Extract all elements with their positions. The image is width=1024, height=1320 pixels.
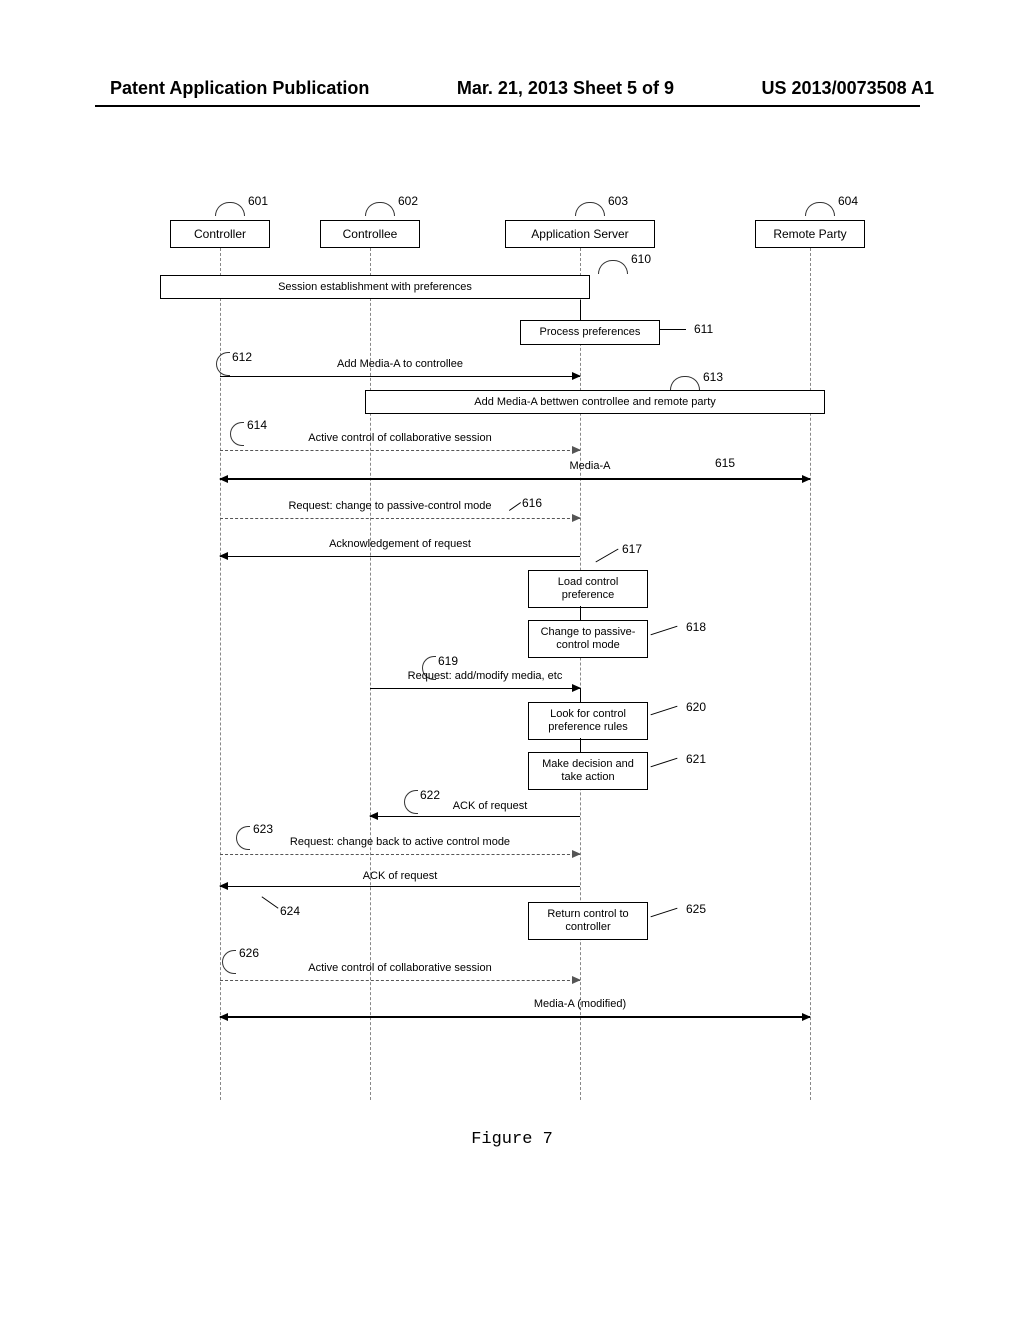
ref-603: 603 bbox=[608, 194, 628, 208]
ref-601: 601 bbox=[248, 194, 268, 208]
msg-616-ack: Acknowledgement of request bbox=[270, 538, 530, 550]
arrow-614 bbox=[220, 450, 580, 451]
ref-curve-602 bbox=[365, 202, 395, 216]
lead-617 bbox=[595, 549, 618, 563]
ref-610: 610 bbox=[631, 252, 651, 266]
ref-619: 619 bbox=[438, 654, 458, 668]
vconn-620-621 bbox=[580, 738, 581, 752]
lead-624 bbox=[262, 896, 279, 908]
ref-611: 611 bbox=[694, 322, 713, 336]
arrow-627 bbox=[220, 1016, 810, 1018]
msg-614: Active control of collaborative session bbox=[260, 432, 540, 444]
ref-624: 624 bbox=[280, 904, 300, 918]
figure-caption: Figure 7 bbox=[0, 1130, 1024, 1149]
ref-616: 616 bbox=[522, 496, 542, 510]
lead-611 bbox=[660, 329, 686, 330]
ref-curve-612 bbox=[216, 352, 230, 376]
actor-controller: Controller bbox=[170, 220, 270, 248]
actor-controllee: Controllee bbox=[320, 220, 420, 248]
msg-616: Request: change to passive-control mode bbox=[240, 500, 540, 512]
ref-curve-626 bbox=[222, 950, 236, 974]
arrow-623 bbox=[220, 854, 580, 855]
arrow-619 bbox=[370, 688, 580, 689]
header-rule bbox=[95, 105, 920, 107]
ref-curve-623 bbox=[236, 826, 250, 850]
msg-626: Active control of collaborative session bbox=[260, 962, 540, 974]
box-620: Look for control preference rules bbox=[528, 702, 648, 740]
lead-618 bbox=[651, 626, 678, 636]
ref-615: 615 bbox=[715, 456, 735, 470]
ref-curve-604 bbox=[805, 202, 835, 216]
ref-621: 621 bbox=[686, 752, 706, 766]
actor-remoteparty: Remote Party bbox=[755, 220, 865, 248]
ref-curve-601 bbox=[215, 202, 245, 216]
lead-625 bbox=[651, 908, 678, 918]
msg-615: Media-A bbox=[530, 460, 650, 472]
arrow-616-ack bbox=[220, 556, 580, 557]
msg-619: Request: add/modify media, etc bbox=[390, 670, 580, 682]
box-625: Return control to controller bbox=[528, 902, 648, 940]
ref-602: 602 bbox=[398, 194, 418, 208]
vconn-619-620 bbox=[580, 688, 581, 702]
ref-curve-603 bbox=[575, 202, 605, 216]
header-center: Mar. 21, 2013 Sheet 5 of 9 bbox=[457, 78, 674, 99]
msg-623-ack: ACK of request bbox=[330, 870, 470, 882]
arrow-612 bbox=[220, 376, 580, 377]
header-left: Patent Application Publication bbox=[110, 78, 369, 99]
msg-612: Add Media-A to controllee bbox=[280, 358, 520, 370]
arrow-622 bbox=[370, 816, 580, 817]
ref-604: 604 bbox=[838, 194, 858, 208]
lifeline-remoteparty bbox=[810, 248, 811, 1100]
arrow-615 bbox=[220, 478, 810, 480]
box-618: Change to passive-control mode bbox=[528, 620, 648, 658]
ref-curve-614 bbox=[230, 422, 244, 446]
ref-620: 620 bbox=[686, 700, 706, 714]
box-621: Make decision and take action bbox=[528, 752, 648, 790]
ref-625: 625 bbox=[686, 902, 706, 916]
arrow-623-ack bbox=[220, 886, 580, 887]
ref-617: 617 bbox=[622, 542, 642, 556]
ref-614: 614 bbox=[247, 418, 267, 432]
ref-613: 613 bbox=[703, 370, 723, 384]
msg-623: Request: change back to active control m… bbox=[250, 836, 550, 848]
ref-curve-622 bbox=[404, 790, 418, 814]
lead-621 bbox=[651, 758, 678, 768]
ref-618: 618 bbox=[686, 620, 706, 634]
msg-622: ACK of request bbox=[430, 800, 550, 812]
sequence-diagram: Controller Controllee Application Server… bbox=[150, 190, 850, 1110]
vconn-617-618 bbox=[580, 606, 581, 620]
ref-623: 623 bbox=[253, 822, 273, 836]
vconn-610-611 bbox=[580, 300, 581, 320]
ref-curve-610 bbox=[598, 260, 628, 274]
arrow-626 bbox=[220, 980, 580, 981]
box-611: Process preferences bbox=[520, 320, 660, 345]
arrow-616 bbox=[220, 518, 580, 519]
box-610: Session establishment with preferences bbox=[160, 275, 590, 299]
ref-612: 612 bbox=[232, 350, 252, 364]
ref-626: 626 bbox=[239, 946, 259, 960]
box-613: Add Media-A bettwen controllee and remot… bbox=[365, 390, 825, 414]
box-617: Load control preference bbox=[528, 570, 648, 608]
lead-620 bbox=[651, 706, 678, 716]
header-right: US 2013/0073508 A1 bbox=[762, 78, 934, 99]
page-header: Patent Application Publication Mar. 21, … bbox=[0, 78, 1024, 99]
ref-curve-613 bbox=[670, 376, 700, 390]
actor-appserver: Application Server bbox=[505, 220, 655, 248]
msg-627: Media-A (modified) bbox=[500, 998, 660, 1010]
